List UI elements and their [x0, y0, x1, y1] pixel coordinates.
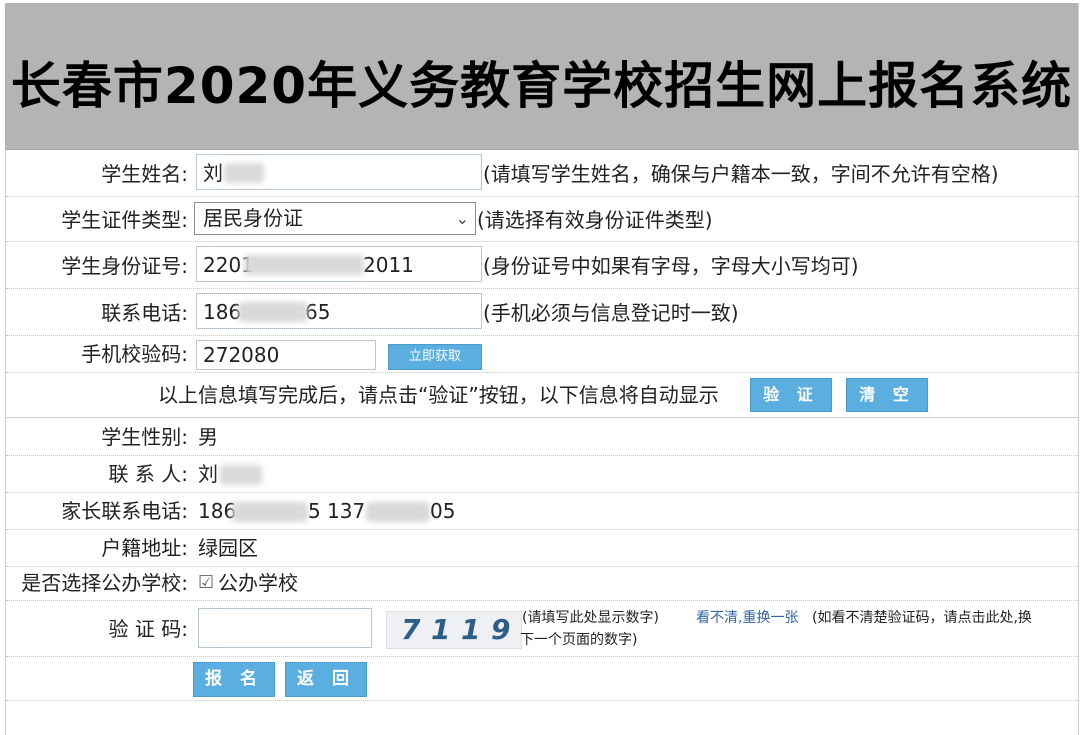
public-school-label: 是否选择公办学校:: [21, 571, 188, 595]
student-name-hint: (请填写学生姓名，确保与户籍本一致，字间不允许有空格): [483, 162, 999, 186]
get-sms-code-button[interactable]: 立即获取: [388, 344, 482, 370]
verify-instruction: 以上信息填写完成后，请点击“验证”按钮，以下信息将自动显示: [158, 383, 719, 407]
captcha-label: 验 证 码:: [108, 617, 188, 641]
student-name-label: 学生姓名:: [101, 162, 188, 186]
row-contact: 联 系 人: 刘: [6, 456, 1078, 493]
phone-label: 联系电话:: [101, 301, 188, 325]
row-address: 户籍地址: 绿园区: [6, 530, 1078, 567]
blurred-redaction: [220, 465, 262, 485]
captcha-hint-more-2: 下一个页面的数字): [520, 632, 638, 648]
id-type-label: 学生证件类型:: [61, 208, 188, 232]
chevron-down-icon: ⌄: [455, 209, 469, 228]
row-verify: 以上信息填写完成后，请点击“验证”按钮，以下信息将自动显示 验 证 清 空: [6, 373, 1078, 418]
phone-hint: (手机必须与信息登记时一致): [483, 301, 739, 325]
row-actions: [6, 658, 1078, 701]
phone-end: 65: [305, 300, 331, 324]
parent-phone-part2: 5 137: [308, 499, 366, 523]
row-parent-phone: 家长联系电话: 186 5 137 05: [6, 493, 1078, 530]
captcha-digit: 9: [491, 613, 511, 646]
contact-label: 联 系 人:: [108, 462, 188, 486]
public-school-value: 公办学校: [218, 571, 298, 595]
id-number-label: 学生身份证号:: [61, 254, 188, 278]
sms-code-input[interactable]: 272080: [196, 340, 376, 370]
sms-code-value: 272080: [203, 343, 280, 367]
captcha-digit: 7: [401, 613, 421, 646]
blurred-redaction: [366, 502, 430, 522]
blurred-redaction: [244, 255, 364, 275]
id-type-select[interactable]: 居民身份证 ⌄: [194, 202, 476, 235]
row-id-type: 学生证件类型: 居民身份证 ⌄ (请选择有效身份证件类型): [6, 197, 1078, 242]
row-sms-code: 手机校验码: 272080 立即获取: [6, 336, 1078, 373]
clear-button[interactable]: 清 空: [846, 378, 928, 412]
row-gender: 学生性别: 男: [6, 418, 1078, 456]
address-value: 绿园区: [198, 536, 258, 560]
parent-phone-label: 家长联系电话:: [61, 499, 188, 523]
row-student-name: 学生姓名: 刘 (请填写学生姓名，确保与户籍本一致，字间不允许有空格): [6, 150, 1078, 197]
blurred-redaction: [238, 302, 308, 322]
id-type-hint: (请选择有效身份证件类型): [477, 208, 713, 232]
page-title: 长春市2020年义务教育学校招生网上报名系统: [10, 57, 1073, 115]
id-type-value: 居民身份证: [203, 206, 303, 230]
id-number-hint: (身份证号中如果有字母，字母大小写均可): [483, 254, 859, 278]
captcha-hint-more: (如看不清楚验证码，请点击此处,换: [812, 610, 1032, 626]
gender-label: 学生性别:: [101, 425, 188, 449]
phone-start: 186: [203, 300, 242, 324]
parent-phone-part3: 05: [430, 499, 456, 523]
row-captcha: 验 证 码: 7 1 1 9 (请填写此处显示数字) 看不清,重换一张 (如看不…: [6, 601, 1078, 657]
sms-code-label: 手机校验码:: [81, 342, 188, 366]
captcha-digit: 1: [431, 613, 451, 646]
address-label: 户籍地址:: [101, 536, 188, 560]
row-public-school: 是否选择公办学校: ☑ 公办学校: [6, 567, 1078, 601]
captcha-image[interactable]: 7 1 1 9: [386, 611, 522, 649]
header-banner: 长春市2020年义务教育学校招生网上报名系统: [5, 3, 1078, 150]
captcha-digit: 1: [461, 613, 481, 646]
blurred-redaction: [232, 502, 308, 522]
verify-button[interactable]: 验 证: [750, 378, 832, 412]
captcha-hint: (请填写此处显示数字): [522, 610, 659, 626]
blurred-redaction: [224, 163, 264, 183]
row-phone: 联系电话: 186 65 (手机必须与信息登记时一致): [6, 289, 1078, 336]
public-school-checkbox[interactable]: ☑: [198, 570, 214, 596]
captcha-input[interactable]: [198, 608, 372, 648]
captcha-refresh-link[interactable]: 看不清,重换一张: [696, 607, 798, 629]
gender-value: 男: [198, 425, 218, 449]
parent-phone-part1: 186: [198, 499, 237, 523]
row-id-number: 学生身份证号: 2201 2011 (身份证号中如果有字母，字母大小写均可): [6, 242, 1078, 289]
student-name-value: 刘: [203, 161, 223, 185]
contact-value: 刘: [198, 462, 218, 486]
id-number-end: 2011: [363, 253, 414, 277]
